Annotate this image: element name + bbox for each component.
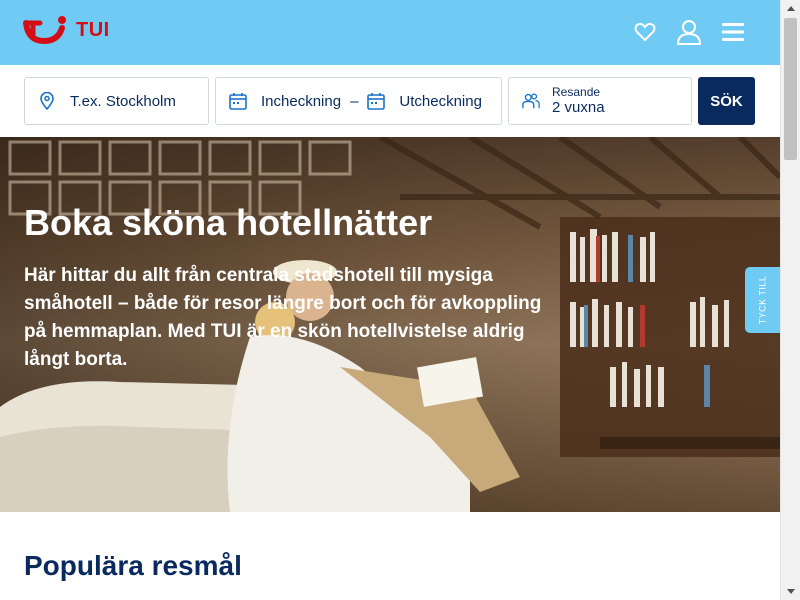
calendar-icon	[367, 92, 386, 110]
hero-banner: Boka sköna hotellnätter Här hittar du al…	[0, 137, 780, 512]
date-separator: –	[350, 92, 359, 110]
page: TUI T.ex. Stockholm Incheckning – Utchec…	[0, 0, 780, 600]
feedback-tab[interactable]: TYCK TILL	[745, 267, 780, 333]
heart-icon	[634, 22, 656, 42]
checkin-label: Incheckning	[261, 92, 342, 110]
calendar-icon	[229, 92, 247, 110]
scrollbar-thumb[interactable]	[784, 18, 797, 160]
menu-button[interactable]	[720, 18, 746, 46]
popular-destinations-title: Populära resmål	[24, 550, 242, 581]
hero-description: Här hittar du allt från centrala stadsho…	[24, 265, 542, 370]
account-button[interactable]	[676, 18, 702, 46]
travellers-icon	[522, 92, 540, 110]
travellers-label: Resande	[552, 85, 601, 99]
menu-icon	[722, 23, 744, 41]
location-pin-icon	[38, 92, 56, 110]
feedback-label: TYCK TILL	[757, 275, 768, 325]
tui-smile-icon	[23, 16, 66, 45]
tui-logo[interactable]: TUI	[22, 10, 110, 50]
hotel-search-bar: T.ex. Stockholm Incheckning – Utchecknin…	[0, 65, 780, 137]
hero-title: Boka sköna hotellnätter	[24, 202, 433, 243]
travellers-field[interactable]: Resande 2 vuxna	[508, 77, 692, 125]
destination-field[interactable]: T.ex. Stockholm	[24, 77, 209, 125]
site-header: TUI	[0, 0, 780, 65]
scroll-down-arrow-icon[interactable]	[781, 583, 800, 600]
travellers-value: 2 vuxna	[552, 99, 605, 116]
checkout-label: Utcheckning	[399, 92, 482, 110]
header-actions	[632, 18, 746, 46]
favourites-button[interactable]	[632, 18, 658, 46]
destination-placeholder: T.ex. Stockholm	[70, 92, 176, 110]
search-button[interactable]: SÖK	[698, 77, 755, 125]
user-icon	[676, 20, 702, 45]
page-scrollbar[interactable]	[780, 0, 800, 600]
dates-field[interactable]: Incheckning – Utcheckning	[215, 77, 502, 125]
scroll-up-arrow-icon[interactable]	[781, 0, 800, 17]
logo-text: TUI	[76, 18, 110, 41]
